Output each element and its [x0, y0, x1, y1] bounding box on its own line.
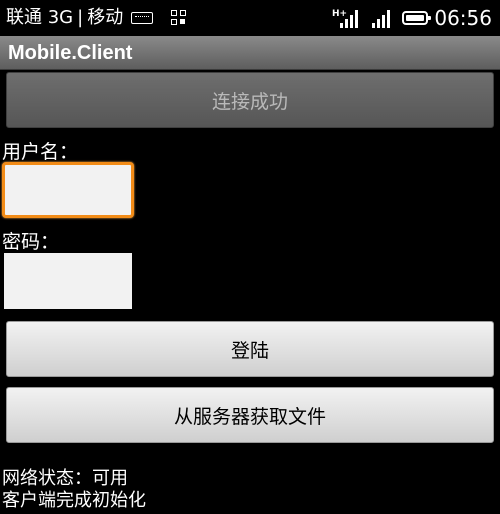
password-label: 密码： — [2, 231, 60, 253]
signal-icon — [372, 10, 391, 28]
network-status-text: 网络状态：可用 — [2, 468, 128, 489]
carrier-separator: | — [77, 7, 84, 28]
signal-icon: H+ — [332, 9, 359, 28]
battery-icon — [402, 11, 432, 25]
client-status-text: 客户端完成初始化 — [2, 490, 146, 511]
app-title: Mobile.Client — [8, 42, 133, 64]
status-right: H+ 06:56 — [326, 4, 492, 32]
status-bar: 联通 3G | 移动 H+ 06:56 — [0, 0, 500, 36]
connection-status-button[interactable]: 连接成功 — [6, 72, 494, 128]
clock: 06:56 — [434, 6, 492, 30]
network-type-label: H+ — [332, 9, 347, 19]
status-left: 联通 3G | 移动 — [6, 6, 187, 30]
login-button[interactable]: 登陆 — [6, 321, 494, 377]
title-bar: Mobile.Client — [0, 36, 500, 70]
keyboard-icon — [131, 12, 154, 24]
carrier2-label: 移动 — [87, 7, 124, 28]
grid-icon — [171, 10, 187, 26]
fetch-file-button[interactable]: 从服务器获取文件 — [6, 387, 494, 443]
username-input[interactable] — [2, 162, 134, 218]
username-label: 用户名： — [2, 141, 79, 163]
carrier-label: 联通 3G — [6, 7, 74, 28]
password-input[interactable] — [4, 253, 132, 309]
